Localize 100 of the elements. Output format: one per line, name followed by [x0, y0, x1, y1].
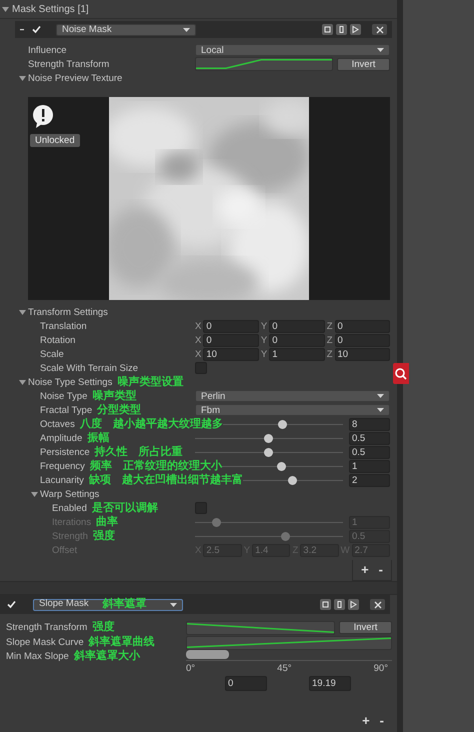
field-label: Octaves [40, 418, 75, 430]
slider-track[interactable] [195, 532, 343, 540]
field-label: Frequency [40, 460, 85, 472]
annotation-text: 是否可以调解 [92, 502, 158, 514]
dropdown[interactable]: Fbm [195, 404, 390, 416]
checkbox[interactable] [30, 24, 42, 36]
axis-label: Y [260, 348, 268, 360]
axis-label: X [195, 320, 202, 332]
checkbox[interactable] [5, 598, 17, 610]
slider-track[interactable] [242, 476, 343, 484]
caret-icon [377, 408, 384, 412]
number-field[interactable]: 10 [203, 348, 259, 360]
number-field[interactable]: 1 [349, 460, 390, 472]
slider-thumb[interactable] [264, 448, 273, 456]
annotation-text: 斜率遮罩 [102, 598, 147, 611]
foldout-arrow-icon[interactable] [19, 378, 26, 386]
remove-button[interactable]: - [380, 714, 384, 728]
foldout-arrow-icon[interactable] [19, 308, 26, 316]
number-field[interactable]: 8 [349, 418, 390, 430]
field-label: Amplitude [40, 432, 82, 444]
number-field[interactable]: 0 [269, 334, 325, 346]
caret-icon [183, 28, 190, 32]
slider-thumb[interactable] [278, 420, 287, 428]
foldout-arrow-icon[interactable] [2, 6, 9, 12]
play-icon[interactable] [350, 24, 361, 35]
max-field[interactable]: 19.19 [309, 676, 351, 691]
field-label: Strength Transform [28, 58, 110, 70]
play-icon[interactable] [348, 599, 359, 610]
foldout-label[interactable]: Transform Settings [28, 306, 108, 318]
slider-track[interactable] [222, 420, 343, 428]
slider-track[interactable] [195, 518, 343, 526]
foldout-arrow-icon[interactable] [19, 74, 26, 82]
axis-label: Y [260, 334, 268, 346]
min-field[interactable]: 0 [225, 676, 267, 691]
field-label: Influence [28, 44, 67, 56]
remove-button[interactable]: - [378, 563, 383, 577]
invert-button[interactable]: Invert [337, 58, 390, 70]
slider-thumb[interactable] [288, 476, 297, 484]
number-field[interactable]: 0 [334, 334, 390, 346]
axis-label: Y [260, 320, 268, 332]
annotation-text: 八度 [80, 418, 102, 430]
slider-thumb[interactable] [277, 462, 286, 470]
foldout-label[interactable]: Noise Preview Texture [28, 72, 122, 84]
annotation-text: 强度 [92, 530, 115, 542]
tick-label: 90° [374, 663, 388, 674]
number-field[interactable]: 0 [269, 320, 325, 332]
field-label: Persistence [40, 446, 90, 458]
warning-icon [33, 105, 53, 128]
unlocked-button[interactable]: Unlocked [30, 134, 80, 147]
curve-field[interactable] [186, 636, 392, 650]
annotation-text: 振幅 [87, 432, 110, 444]
add-button[interactable]: + [362, 714, 370, 728]
number-field[interactable]: 1 [269, 348, 325, 360]
annotation-text: 斜率遮罩曲线 [88, 636, 155, 649]
number-field[interactable]: 0.5 [349, 446, 390, 458]
slider-track[interactable] [195, 434, 343, 442]
caret-icon [170, 602, 177, 606]
number-field[interactable]: 0 [203, 334, 259, 346]
annotation-text: 持久性 [94, 446, 128, 458]
foldout-label[interactable]: Noise Type Settings [28, 376, 112, 388]
annotation-text: 斜率遮罩大小 [74, 650, 140, 663]
number-field[interactable]: 0 [334, 320, 390, 332]
number-field[interactable]: 2 [349, 474, 390, 486]
search-tab[interactable] [393, 363, 409, 384]
checkbox[interactable] [195, 502, 207, 514]
field-label: Lacunarity [40, 474, 84, 486]
annotation-text: 正常纹理的纹理大小 [122, 460, 222, 472]
checkbox[interactable] [195, 362, 207, 374]
number-field[interactable]: 0.5 [349, 432, 390, 444]
number-field[interactable]: 0 [203, 320, 259, 332]
annotation-text: 所占比重 [138, 446, 183, 458]
foldout-label[interactable]: Warp Settings [40, 488, 100, 500]
slider-thumb[interactable] [264, 434, 273, 442]
add-button[interactable]: + [361, 563, 369, 577]
annotation-text: 越小越平越大纹理越多 [112, 418, 223, 430]
dropdown[interactable]: Local [195, 44, 390, 56]
annotation-text: 噪声类型设置 [117, 376, 184, 388]
mask-type-dropdown[interactable]: Noise Mask [56, 24, 196, 36]
annotation-text: 噪声类型 [92, 390, 136, 402]
range-handle[interactable] [186, 650, 230, 659]
close-icon[interactable] [370, 599, 385, 610]
caret-icon [377, 394, 384, 398]
axis-label: Z [326, 334, 332, 346]
invert-button[interactable]: Invert [339, 621, 392, 634]
number-field[interactable]: 10 [334, 348, 390, 360]
curve-field[interactable] [195, 57, 333, 71]
field-label: Scale With Terrain Size [40, 362, 138, 374]
dropdown[interactable]: Perlin [195, 390, 390, 402]
range-slider[interactable] [186, 650, 392, 661]
drag-handle-icon [20, 28, 24, 30]
foldout-arrow-icon[interactable] [31, 490, 38, 498]
mask-type-dropdown[interactable]: Slope Mask 斜率遮罩 [33, 598, 183, 610]
slider-track[interactable] [195, 448, 343, 456]
field-label: Min Max Slope [6, 651, 69, 662]
close-icon[interactable] [372, 24, 387, 35]
curve-field[interactable] [186, 620, 335, 634]
axis-label: Z [326, 348, 332, 360]
annotation-text: 分型类型 [97, 404, 142, 416]
slider-track[interactable] [222, 462, 343, 470]
field-label: Fractal Type [40, 404, 92, 416]
